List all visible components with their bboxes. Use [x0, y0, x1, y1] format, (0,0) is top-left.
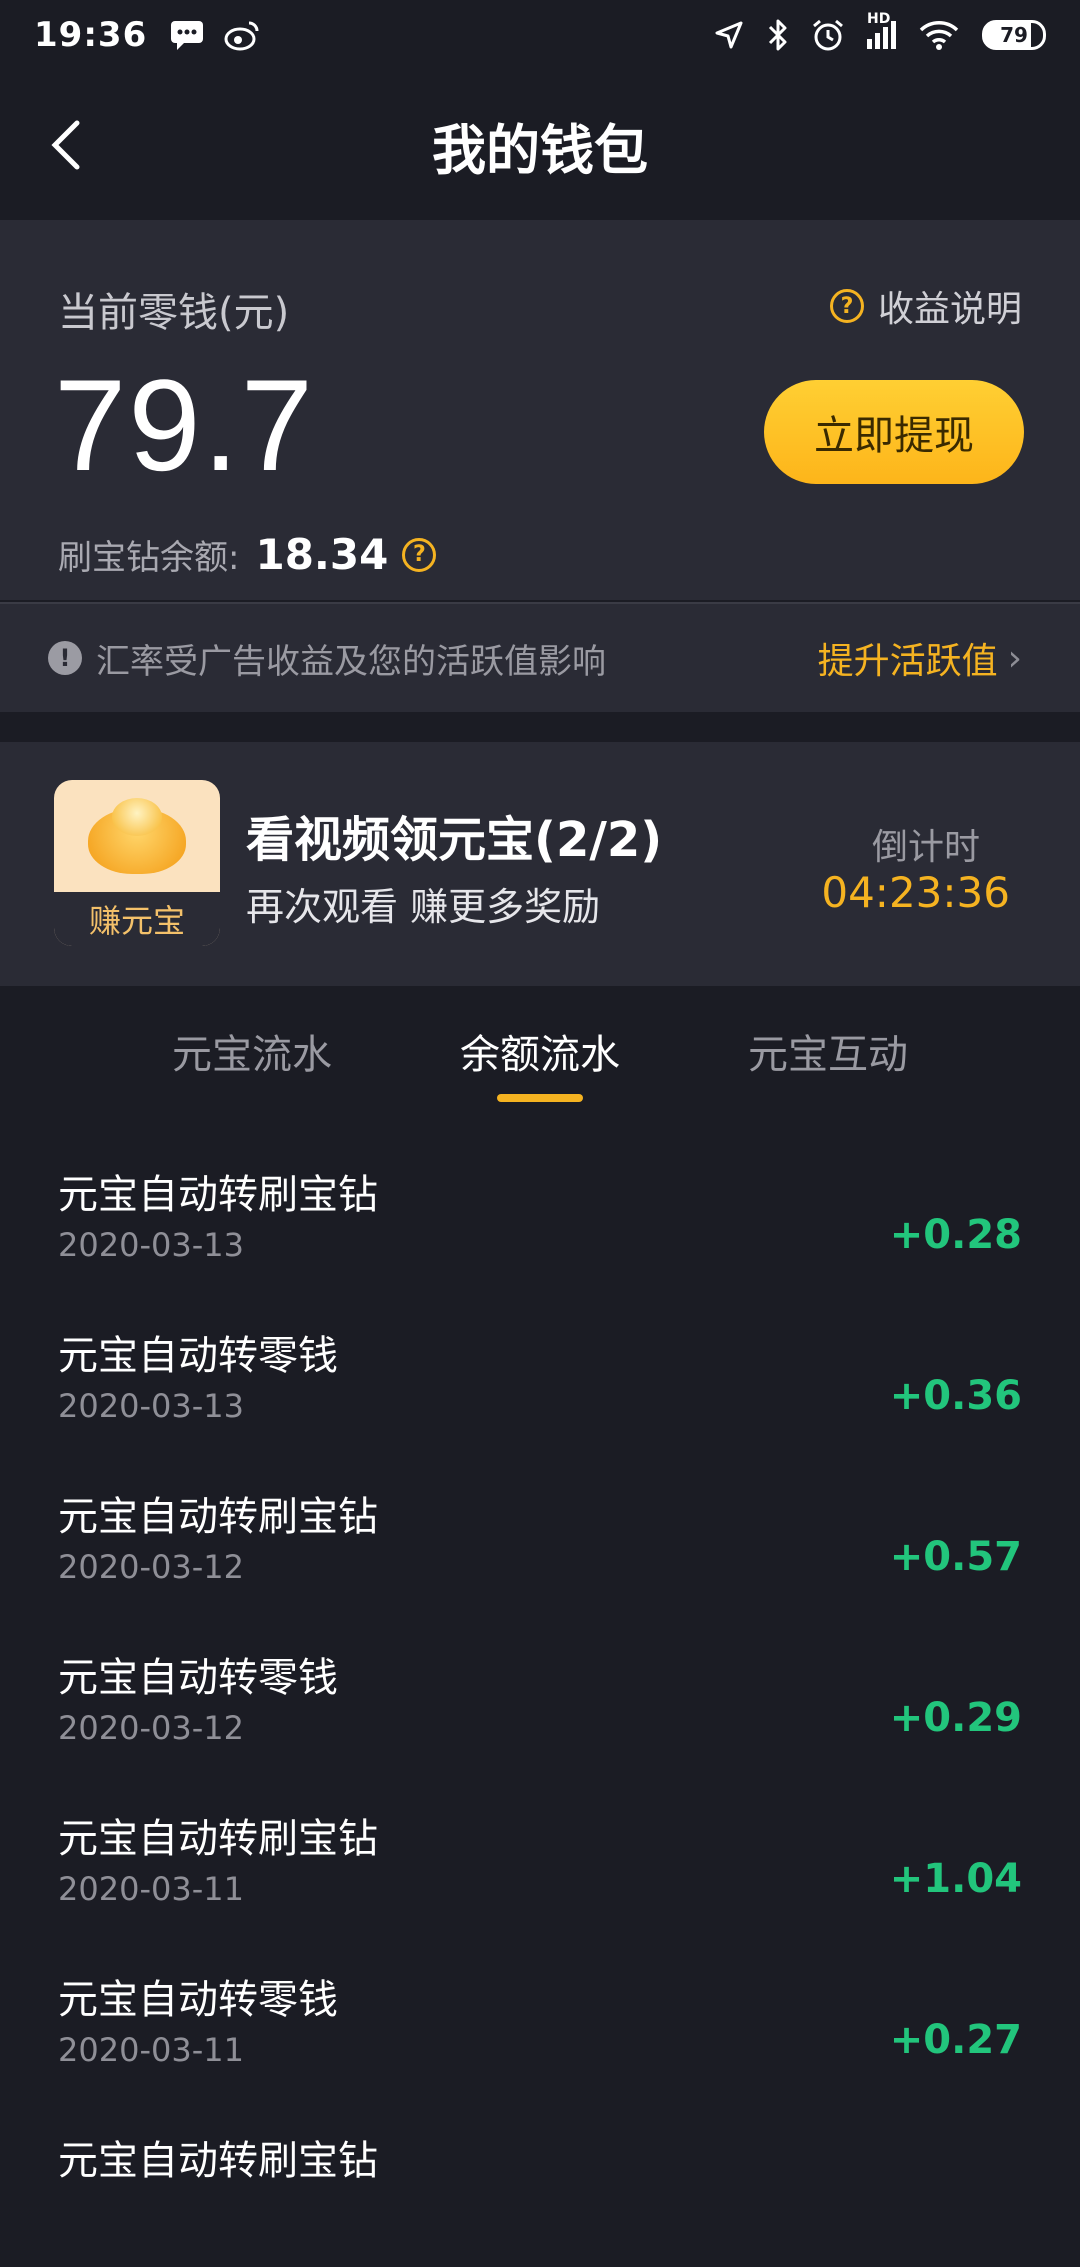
list-item[interactable]: 元宝自动转零钱 2020-03-11 +0.27 [0, 1945, 1080, 2106]
record-date: 2020-03-12 [58, 1548, 244, 1586]
chevron-right-icon: › [1007, 637, 1022, 679]
diamond-balance-row: 刷宝钻余额: 18.34 ? [58, 530, 450, 579]
video-task-card[interactable]: 赚元宝 看视频领元宝(2/2) 再次观看 赚更多奖励 倒计时 04:23:36 [0, 742, 1080, 986]
record-title: 元宝自动转零钱 [58, 1977, 338, 2023]
withdraw-button[interactable]: 立即提现 [764, 380, 1024, 484]
record-title: 元宝自动转刷宝钻 [58, 1816, 378, 1862]
balance-label: 当前零钱(元) [58, 290, 290, 336]
tab-ingot-interaction[interactable]: 元宝互动 [684, 986, 972, 1116]
battery-icon: 79 [982, 20, 1046, 50]
alarm-icon [813, 19, 843, 51]
task-title: 看视频领元宝(2/2) [246, 812, 663, 868]
status-time: 19:36 [34, 15, 148, 55]
exclamation-icon: ! [48, 641, 82, 675]
tab-balance-ledger[interactable]: 余额流水 [396, 986, 684, 1116]
record-amount: +0.57 [889, 1534, 1022, 1580]
signal-icon: HD [867, 11, 896, 49]
record-amount: +1.04 [889, 1856, 1022, 1902]
record-title: 元宝自动转刷宝钻 [58, 1494, 378, 1540]
countdown-time: 04:23:36 [821, 868, 1010, 917]
record-date: 2020-03-13 [58, 1226, 244, 1264]
record-amount: +0.28 [889, 1212, 1022, 1258]
countdown-label: 倒计时 [871, 827, 980, 868]
diamond-value: 18.34 [255, 530, 389, 579]
notice-bar: ! 汇率受广告收益及您的活跃值影响 提升活跃值 › [0, 602, 1080, 712]
list-item[interactable]: 元宝自动转零钱 2020-03-12 +0.29 [0, 1623, 1080, 1784]
task-icon-label: 赚元宝 [54, 892, 220, 946]
notice-text: 汇率受广告收益及您的活跃值影响 [96, 641, 606, 682]
back-arrow-icon [51, 120, 80, 170]
question-icon: ? [829, 289, 864, 323]
record-title: 元宝自动转零钱 [58, 1655, 338, 1701]
income-help-label: 收益说明 [877, 289, 1022, 330]
record-title: 元宝自动转刷宝钻 [58, 2138, 378, 2184]
nav-bar: 我的钱包 [0, 70, 1080, 220]
list-item[interactable]: 元宝自动转刷宝钻 2020-03-13 +0.28 [0, 1140, 1080, 1301]
record-date: 2020-03-12 [58, 1709, 244, 1747]
record-date: 2020-03-11 [58, 1870, 244, 1908]
tab-ingot-ledger[interactable]: 元宝流水 [108, 986, 396, 1116]
task-subtitle: 再次观看 赚更多奖励 [246, 885, 601, 929]
record-title: 元宝自动转零钱 [58, 1333, 338, 1379]
list-item[interactable]: 元宝自动转刷宝钻 2020-03-12 +0.57 [0, 1462, 1080, 1623]
back-button[interactable] [30, 110, 100, 180]
boost-activity-label: 提升活跃值 [817, 641, 998, 682]
boost-activity-link[interactable]: 提升活跃值 › [818, 632, 1022, 684]
weibo-icon [224, 21, 259, 51]
list-item[interactable]: 元宝自动转零钱 2020-03-13 +0.36 [0, 1301, 1080, 1462]
record-amount: +0.36 [889, 1373, 1022, 1419]
record-amount: +0.27 [889, 2017, 1022, 2063]
record-date: 2020-03-11 [58, 2031, 244, 2069]
income-help-link[interactable]: ? 收益说明 [829, 280, 1022, 332]
location-icon [715, 21, 743, 49]
ledger-tabs: 元宝流水 余额流水 元宝互动 [0, 986, 1080, 1116]
record-title: 元宝自动转刷宝钻 [58, 1172, 378, 1218]
diamond-help-icon[interactable]: ? [402, 537, 437, 572]
wifi-icon [919, 21, 959, 50]
page-title: 我的钱包 [432, 118, 648, 182]
status-bar: 19:36 HD 79 [0, 0, 1080, 70]
list-item[interactable]: 元宝自动转刷宝钻 2020-03-11 +1.04 [0, 1784, 1080, 1945]
diamond-label: 刷宝钻余额: [58, 538, 240, 578]
list-item[interactable]: 元宝自动转刷宝钻 [0, 2106, 1080, 2267]
balance-amount: 79.7 [54, 352, 316, 498]
bluetooth-icon [768, 19, 787, 51]
message-icon [171, 21, 204, 50]
balance-record-list: 元宝自动转刷宝钻 2020-03-13 +0.28 元宝自动转零钱 2020-0… [0, 1140, 1080, 2267]
record-date: 2020-03-13 [58, 1387, 244, 1425]
ingot-icon: 赚元宝 [54, 780, 220, 946]
record-amount: +0.29 [889, 1695, 1022, 1741]
wallet-card: 当前零钱(元) ? 收益说明 79.7 立即提现 刷宝钻余额: 18.34 ? [0, 220, 1080, 600]
